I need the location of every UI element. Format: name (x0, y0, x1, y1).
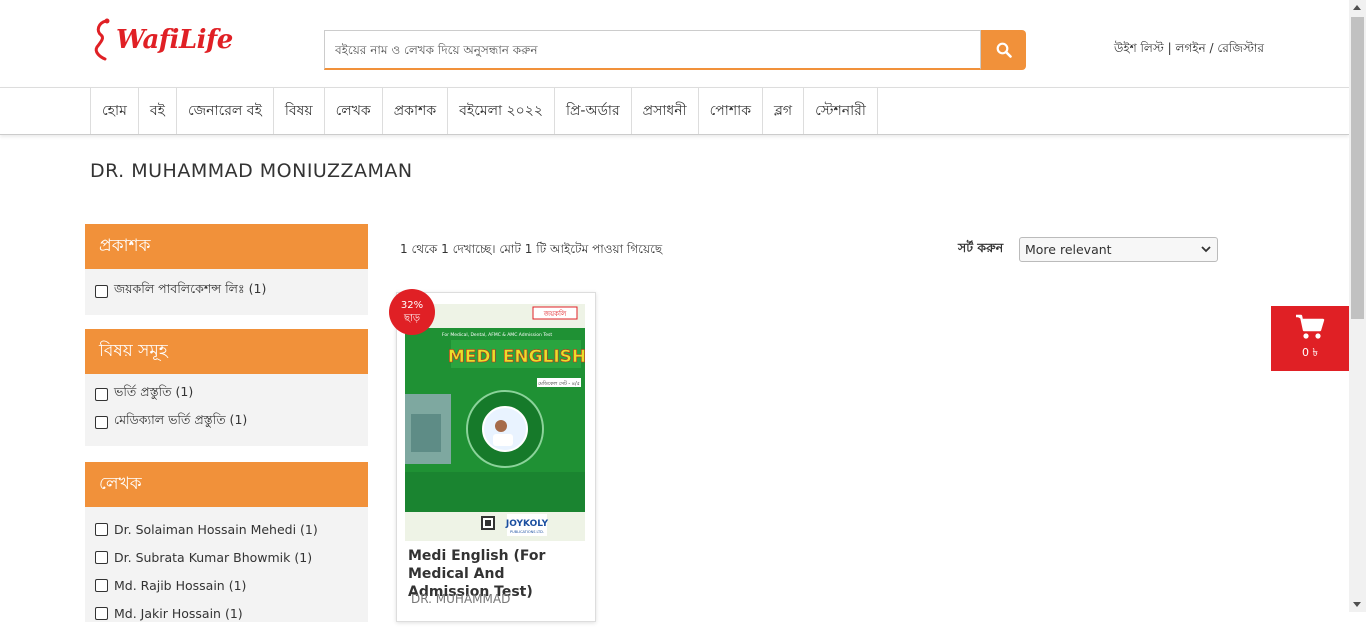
account-links: উইশ লিস্ট | লগইন / রেজিস্টার (1114, 40, 1264, 60)
filter-heading: লেখক (85, 462, 368, 507)
logo-text: WafiLife (116, 25, 233, 55)
nav-item-book-fair[interactable]: বইমেলা ২০২২ (448, 88, 555, 134)
page-scrollbar[interactable] (1349, 0, 1366, 612)
filter-option[interactable]: Md. Jakir Hossain (1) (95, 599, 358, 627)
wafilife-logo[interactable]: WafiLife (92, 16, 233, 64)
floating-cart[interactable]: 0 ৳ (1271, 306, 1349, 371)
filter-option[interactable]: Dr. Solaiman Hossain Mehedi (1) (95, 515, 358, 543)
nav-item-stationery[interactable]: স্টেশনারী (804, 88, 878, 134)
wishlist-link[interactable]: উইশ লিস্ট (1114, 41, 1164, 55)
separator: | (1163, 41, 1176, 55)
cover-edition-tag: মেডিকেল সেট - ৪/৫ (538, 380, 580, 387)
book-cover-art: জয়কলি For Medical, Dental, AFMC & AMC A… (405, 304, 585, 541)
scroll-down-icon[interactable] (1353, 602, 1361, 607)
logo-swirl-icon (94, 18, 110, 61)
page-title: DR. MUHAMMAD MONIUZZAMAN (90, 160, 413, 182)
filter-option-label: জয়কলি পাবলিকেশন্স লিঃ (1) (114, 281, 267, 296)
checkbox[interactable] (95, 522, 108, 536)
search-icon (996, 42, 1012, 58)
filter-option[interactable]: ভর্তি প্রস্তুতি (1) (95, 380, 358, 408)
filter-publisher: প্রকাশক জয়কলি পাবলিকেশন্স লিঃ (1) (85, 224, 368, 315)
filter-option[interactable]: Dr. Subrata Kumar Bhowmik (1) (95, 543, 358, 571)
site-header: WafiLife উইশ লিস্ট | লগইন / রেজিস্টার (0, 0, 1349, 88)
nav-item-publishers[interactable]: প্রকাশক (383, 88, 449, 134)
cover-publisher-tag: জয়কলি (543, 310, 567, 318)
cart-icon (1296, 314, 1325, 339)
filter-option[interactable]: জয়কলি পাবলিকেশন্স লিঃ (1) (95, 277, 358, 305)
filter-option-label: Dr. Solaiman Hossain Mehedi (1) (114, 521, 318, 537)
discount-word: ছাড় (403, 313, 421, 324)
cover-imprint-sub: PUBLICATIONS LTD. (510, 530, 544, 534)
scroll-up-icon[interactable] (1353, 5, 1361, 10)
filter-heading: প্রকাশক (85, 224, 368, 269)
filter-author: লেখক Dr. Solaiman Hossain Mehedi (1) Dr.… (85, 462, 368, 622)
checkbox[interactable] (95, 578, 108, 592)
search-bar (324, 30, 1026, 70)
sort-selected-value: More relevant (1025, 242, 1112, 257)
checkbox[interactable] (95, 415, 108, 429)
filter-option-label: Md. Rajib Hossain (1) (114, 577, 247, 593)
checkbox[interactable] (95, 550, 108, 564)
nav-item-pre-order[interactable]: প্রি-অর্ডার (555, 88, 632, 134)
nav-item-blog[interactable]: ব্লগ (763, 88, 805, 134)
filter-option-label: Md. Jakir Hossain (1) (114, 605, 243, 621)
nav-item-authors[interactable]: লেখক (325, 88, 383, 134)
checkbox[interactable] (95, 387, 108, 401)
product-author[interactable]: DR. MUHAMMAD (411, 592, 510, 606)
filter-option[interactable]: মেডিক্যাল ভর্তি প্রস্তুতি (1) (95, 408, 358, 436)
sort-label: সর্ট করুন (958, 240, 1004, 255)
filter-option-label: মেডিক্যাল ভর্তি প্রস্তুতি (1) (114, 412, 248, 427)
separator: / (1205, 41, 1218, 55)
filter-option-label: ভর্তি প্রস্তুতি (1) (114, 384, 194, 399)
nav-item-subjects[interactable]: বিষয় (274, 88, 325, 134)
search-button[interactable] (981, 30, 1026, 70)
nav-item-books[interactable]: বই (139, 88, 177, 134)
results-count: 1 থেকে 1 দেখাচ্ছে। মোট 1 টি আইটেম পাওয়া… (400, 242, 663, 256)
sort-select[interactable]: More relevant (1019, 237, 1218, 262)
cover-imprint: JOYKOLY (505, 519, 549, 529)
chevron-down-icon (1201, 246, 1211, 253)
discount-badge: 32% ছাড় (389, 289, 435, 335)
cover-subtitle: For Medical, Dental, AFMC & AMC Admissio… (442, 332, 552, 338)
checkbox[interactable] (95, 284, 108, 298)
product-cover-image[interactable]: জয়কলি For Medical, Dental, AFMC & AMC A… (405, 304, 585, 541)
scrollbar-thumb[interactable] (1351, 17, 1364, 319)
nav-item-clothing[interactable]: পোশাক (699, 88, 764, 134)
nav-item-home[interactable]: হোম (91, 88, 139, 134)
nav-item-general-books[interactable]: জেনারেল বই (177, 88, 274, 134)
search-input[interactable] (324, 30, 981, 70)
login-link[interactable]: লগইন (1175, 41, 1205, 55)
discount-percent: 32% (400, 300, 424, 311)
nav-item-cosmetics[interactable]: প্রসাধনী (632, 88, 699, 134)
main-nav: হোম বই জেনারেল বই বিষয় লেখক প্রকাশক বইম… (0, 87, 1349, 135)
filter-option[interactable]: Md. Rajib Hossain (1) (95, 571, 358, 599)
cover-title: MEDI ENGLISH (448, 347, 585, 367)
register-link[interactable]: রেজিস্টার (1217, 41, 1264, 55)
filter-option-label: Dr. Subrata Kumar Bhowmik (1) (114, 549, 313, 565)
filter-subject: বিষয় সমূহ ভর্তি প্রস্তুতি (1) মেডিক্যাল… (85, 329, 368, 446)
filter-heading: বিষয় সমূহ (85, 329, 368, 374)
cart-amount: 0 ৳ (1302, 346, 1318, 359)
checkbox[interactable] (95, 606, 108, 620)
